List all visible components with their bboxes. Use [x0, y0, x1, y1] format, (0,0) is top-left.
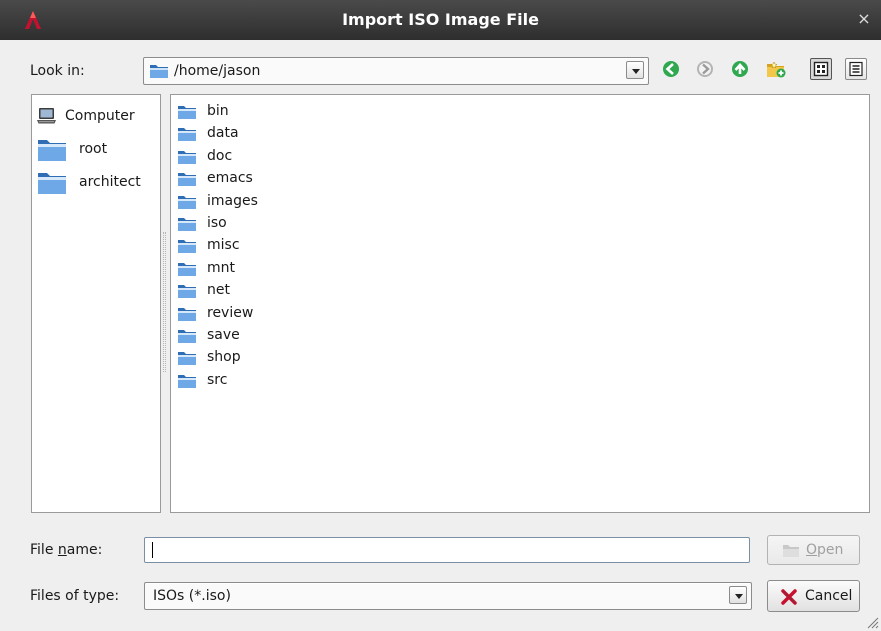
place-architect[interactable]: architect [32, 168, 157, 198]
cancel-icon [781, 589, 797, 605]
look-in-combo[interactable]: /home/jason [143, 57, 649, 85]
file-row-mnt[interactable]: mnt [175, 258, 375, 280]
file-row-label: review [207, 304, 254, 321]
place-root-label: root [79, 141, 108, 157]
file-row-label: src [207, 371, 228, 388]
resize-grip-icon[interactable] [865, 615, 879, 629]
folder-icon [178, 195, 196, 209]
list-view-icon [813, 61, 829, 77]
folder-icon [178, 150, 196, 164]
splitter-handle[interactable] [163, 232, 166, 372]
folder-icon [178, 106, 196, 119]
folder-icon [178, 218, 196, 231]
place-architect-label: architect [79, 174, 141, 190]
look-in-path: /home/jason [174, 63, 261, 79]
file-type-value: ISOs (*.iso) [153, 588, 231, 604]
file-row-label: net [207, 282, 230, 299]
folder-icon [178, 128, 196, 142]
file-row-label: shop [207, 349, 241, 366]
open-button[interactable]: Open [767, 535, 860, 565]
file-name-input[interactable] [144, 537, 750, 563]
folder-icon [178, 240, 196, 254]
look-in-label: Look in: [30, 63, 85, 79]
folder-icon [178, 173, 196, 187]
file-row-data[interactable]: data [175, 123, 375, 145]
folder-icon [178, 352, 196, 366]
file-row-bin[interactable]: bin [175, 101, 375, 123]
file-row-label: misc [207, 237, 240, 254]
list-view-button[interactable] [810, 58, 832, 80]
file-row-net[interactable]: net [175, 280, 375, 302]
folder-icon [178, 374, 196, 388]
forward-icon[interactable] [694, 58, 716, 80]
folder-icon [150, 65, 168, 78]
cancel-button-label: Cancel [805, 588, 853, 604]
file-row-label: images [207, 192, 258, 209]
file-type-label: Files of type: [30, 588, 120, 604]
text-caret [152, 542, 153, 558]
chevron-down-icon[interactable] [729, 586, 747, 604]
place-computer-label: Computer [65, 108, 135, 124]
file-row-label: doc [207, 147, 233, 164]
place-root[interactable]: root [32, 135, 157, 165]
folder-icon [178, 330, 196, 343]
file-row-label: data [207, 125, 239, 142]
place-computer[interactable]: Computer [32, 102, 157, 132]
folder-icon [178, 285, 196, 299]
window-title: Import ISO Image File [342, 10, 539, 29]
file-row-doc[interactable]: doc [175, 146, 375, 168]
file-row-save[interactable]: save [175, 325, 375, 347]
file-name-label: File name: [30, 542, 103, 558]
file-row-iso[interactable]: iso [175, 213, 375, 235]
file-row-src[interactable]: src [175, 370, 375, 392]
detail-view-icon [849, 61, 863, 77]
file-row-review[interactable]: review [175, 303, 375, 325]
cancel-button[interactable]: Cancel [767, 580, 860, 612]
folder-icon [38, 140, 66, 161]
folder-open-icon [783, 545, 799, 557]
file-row-label: save [207, 327, 240, 343]
open-button-label: Open [806, 542, 844, 558]
file-type-combo[interactable]: ISOs (*.iso) [144, 582, 752, 610]
new-folder-icon[interactable] [765, 58, 787, 80]
file-row-label: emacs [207, 170, 253, 187]
computer-icon [37, 108, 56, 124]
folder-icon [178, 262, 196, 276]
file-list[interactable]: bin data doc emacs images iso misc mnt net review… [170, 94, 870, 513]
chevron-down-icon[interactable] [626, 61, 644, 79]
file-row-label: bin [207, 103, 229, 119]
file-row-shop[interactable]: shop [175, 347, 375, 369]
file-row-images[interactable]: images [175, 191, 375, 213]
file-row-label: mnt [207, 259, 235, 276]
places-sidebar[interactable]: Computer root architect [31, 94, 161, 513]
up-icon[interactable] [729, 58, 751, 80]
detail-view-button[interactable] [845, 58, 867, 80]
close-icon[interactable]: × [855, 10, 873, 28]
title-bar[interactable]: Import ISO Image File × [0, 0, 881, 40]
back-icon[interactable] [660, 58, 682, 80]
folder-icon [38, 173, 66, 194]
file-row-emacs[interactable]: emacs [175, 168, 375, 190]
file-row-misc[interactable]: misc [175, 235, 375, 257]
file-row-label: iso [207, 215, 227, 231]
folder-icon [178, 307, 196, 321]
